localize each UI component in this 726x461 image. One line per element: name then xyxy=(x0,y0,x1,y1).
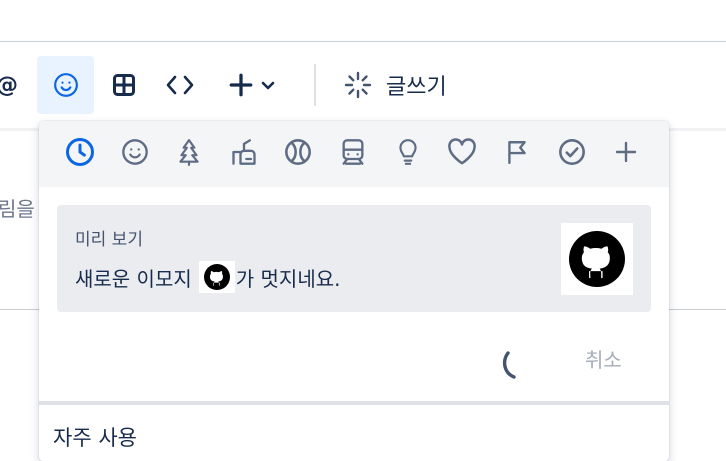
table-button[interactable] xyxy=(104,56,144,114)
top-divider xyxy=(0,41,726,42)
preview-text-before: 새로운 이모지 xyxy=(75,266,192,291)
category-activity[interactable] xyxy=(281,135,315,169)
editor-toolbar: @ 글쓰기 xyxy=(0,56,726,114)
flag-icon xyxy=(508,141,526,165)
category-recent[interactable] xyxy=(63,135,97,169)
category-objects[interactable] xyxy=(391,135,425,169)
category-flags[interactable] xyxy=(500,135,534,169)
code-icon xyxy=(166,75,194,95)
category-symbols[interactable] xyxy=(445,135,479,169)
github-icon xyxy=(569,231,625,287)
category-productivity[interactable] xyxy=(555,135,589,169)
emoji-icon xyxy=(53,73,78,97)
chevron-down-icon xyxy=(261,81,275,90)
ball-icon xyxy=(285,139,311,165)
preview-text-after: 가 멋지네요. xyxy=(235,266,341,291)
heart-icon xyxy=(448,138,476,165)
insert-menu-button[interactable] xyxy=(220,56,284,114)
editor-partial-text: 림을 xyxy=(0,197,35,221)
category-add-custom[interactable] xyxy=(609,135,643,169)
category-nature[interactable] xyxy=(172,135,206,169)
lightbulb-icon xyxy=(399,139,417,165)
emoji-picker: 미리 보기 새로운 이모지 가 멋지네요. 취소 자주 사용 xyxy=(39,121,669,461)
plus-icon xyxy=(229,73,253,97)
check-circle-icon xyxy=(559,139,585,165)
preview-label: 미리 보기 xyxy=(75,230,143,250)
train-icon xyxy=(342,139,364,165)
tree-icon xyxy=(179,139,199,166)
emoji-button[interactable] xyxy=(37,56,94,114)
code-button[interactable] xyxy=(158,56,202,114)
clock-icon xyxy=(66,138,94,166)
table-icon xyxy=(113,74,135,96)
sparkle-icon xyxy=(344,71,372,99)
github-icon xyxy=(203,264,230,290)
preview-sentence: 새로운 이모지 가 멋지네요. xyxy=(75,261,340,293)
loading-spinner-icon xyxy=(502,351,516,379)
category-travel[interactable] xyxy=(336,135,370,169)
emoji-preview-card: 미리 보기 새로운 이모지 가 멋지네요. xyxy=(57,205,651,312)
inline-emoji xyxy=(198,261,235,293)
smiley-icon xyxy=(122,139,148,165)
preview-emoji-large xyxy=(561,223,633,295)
plus-icon xyxy=(615,141,637,163)
cancel-button[interactable]: 취소 xyxy=(585,344,622,373)
ai-write-button[interactable]: 글쓰기 xyxy=(344,56,474,114)
category-food[interactable] xyxy=(227,135,261,169)
frequent-section-title: 자주 사용 xyxy=(53,426,137,450)
toolbar-divider xyxy=(314,64,316,106)
food-icon xyxy=(232,139,256,165)
emoji-category-bar xyxy=(39,121,669,187)
category-people[interactable] xyxy=(118,135,152,169)
picker-section-divider xyxy=(39,401,669,405)
mention-button[interactable]: @ xyxy=(0,56,22,114)
ai-write-label: 글쓰기 xyxy=(386,75,447,100)
mention-icon: @ xyxy=(0,73,18,98)
